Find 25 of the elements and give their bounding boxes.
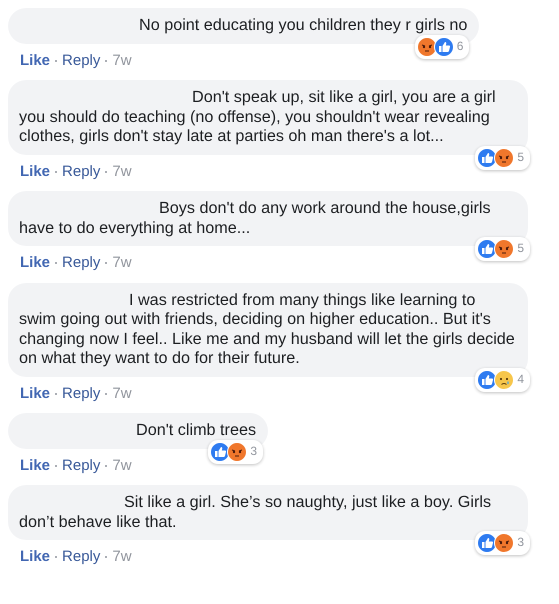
reaction-summary[interactable]: 3 xyxy=(208,440,264,464)
angry-face-icon xyxy=(494,239,514,259)
separator-dot xyxy=(105,170,108,173)
separator-dot xyxy=(55,262,58,264)
like-icon xyxy=(434,36,454,56)
separator-dot xyxy=(55,170,58,173)
angry-face-icon xyxy=(416,36,437,56)
separator-dot xyxy=(105,262,108,264)
separator-dot xyxy=(105,392,108,395)
reaction-summary[interactable]: 3 xyxy=(475,531,530,555)
separator-dot xyxy=(55,60,58,62)
reaction-summary[interactable]: 6 xyxy=(414,34,470,58)
reaction-summary[interactable]: 5 xyxy=(475,237,530,261)
sad-face-icon xyxy=(494,370,514,390)
separator-dot xyxy=(105,60,108,62)
angry-face-icon xyxy=(494,533,514,553)
separator-dot xyxy=(105,556,108,558)
reaction-summary[interactable]: 4 xyxy=(475,368,530,392)
separator-dot xyxy=(55,556,58,558)
angry-face-icon xyxy=(227,442,248,462)
separator-dot xyxy=(55,464,58,467)
separator-dot xyxy=(105,464,108,467)
separator-dot xyxy=(55,392,58,395)
reaction-summary[interactable]: 5 xyxy=(475,146,530,170)
angry-face-icon xyxy=(494,148,514,168)
